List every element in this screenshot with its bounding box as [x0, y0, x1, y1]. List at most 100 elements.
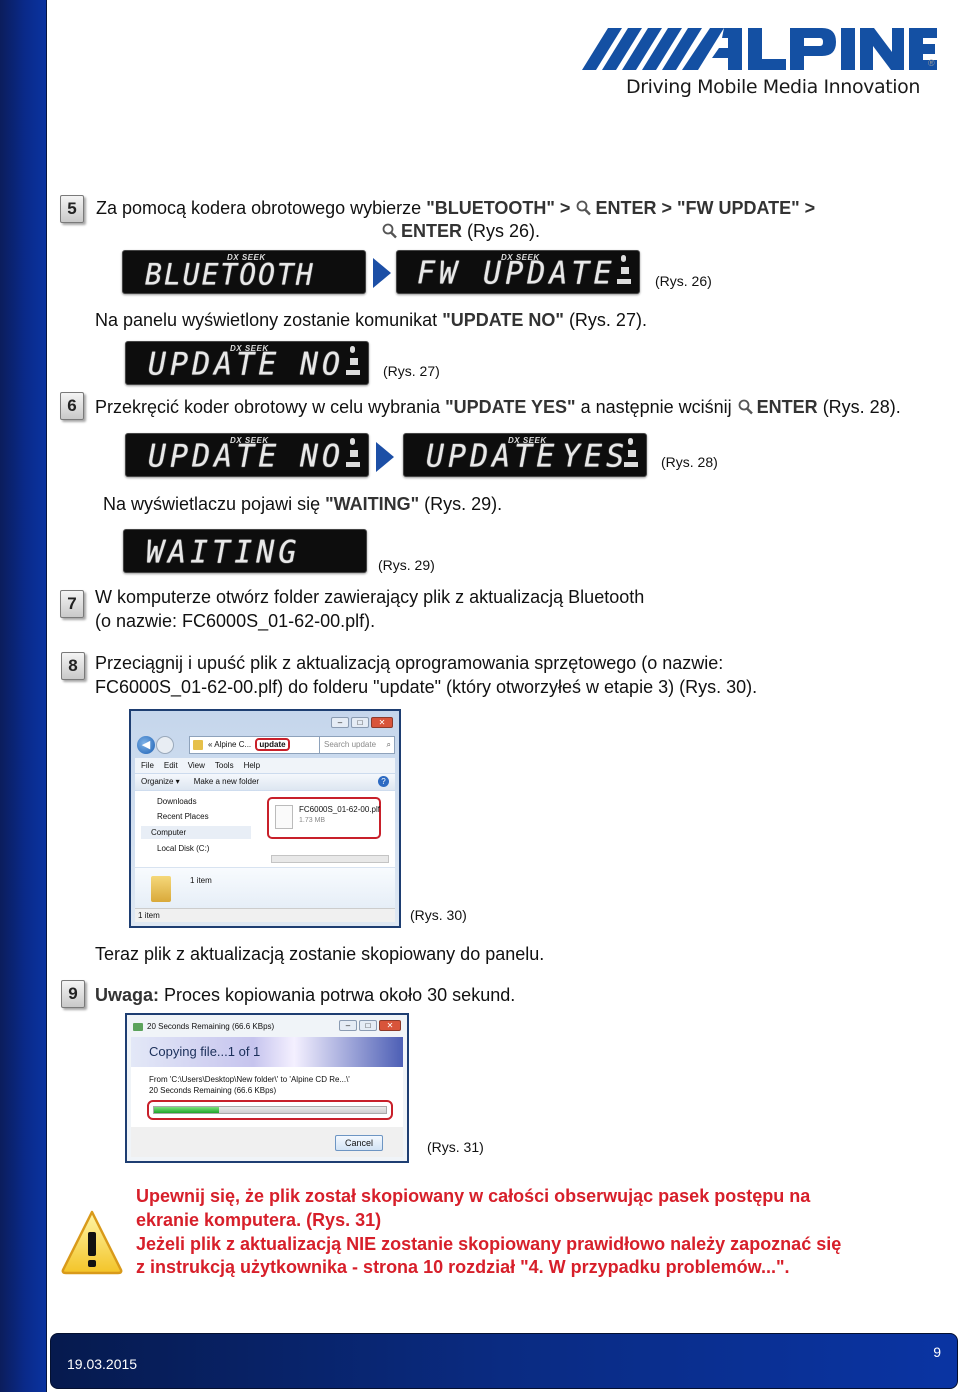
menu-edit[interactable]: Edit: [164, 758, 178, 773]
menu-file[interactable]: File: [141, 758, 154, 773]
step-5-text-line1: Za pomocą kodera obrotowego wybierze "BL…: [96, 197, 815, 220]
search-icon: ⌕: [386, 740, 391, 749]
left-decorative-bar: [0, 0, 47, 1392]
file-item[interactable]: FC6000S_01-62-00.plf 1.73 MB: [267, 797, 381, 839]
dialog-footer: Cancel: [131, 1127, 403, 1157]
window-controls: – □ ✕: [339, 1020, 401, 1031]
step-9-text: Uwaga: Proces kopiowania potrwa około 30…: [95, 984, 515, 1007]
step-6-text: Przekręcić koder obrotowy w celu wybrani…: [95, 396, 901, 419]
minimize-button[interactable]: –: [339, 1020, 357, 1031]
explorer-window-screenshot: – □ ✕ ◀ « Alpine C... update Search upda…: [129, 709, 401, 928]
lcd-status-icons: [346, 346, 360, 382]
figure-caption-30: (Rys. 30): [410, 907, 467, 923]
address-overflow: «: [208, 740, 213, 749]
figure-caption-29: (Rys. 29): [378, 557, 435, 573]
dialog-header: Copying file...1 of 1: [131, 1037, 403, 1067]
step-5-text: Za pomocą kodera obrotowego wybierze: [96, 198, 427, 218]
navigation-pane: Downloads Recent Places Computer Local D…: [135, 791, 267, 867]
warning-line-3: Jeżeli plik z aktualizacją NIE zostanie …: [136, 1234, 842, 1254]
step-5-bluetooth-label: "BLUETOOTH" >: [426, 198, 576, 218]
lcd-status-icons: [624, 438, 638, 474]
lcd-display-update-no: DX SEEK UPDATE NO: [125, 433, 369, 477]
lcd-text: WAITING: [146, 534, 301, 571]
forward-button[interactable]: [156, 736, 174, 754]
menu-bar: File Edit View Tools Help: [135, 758, 395, 773]
step-9-note-label: Uwaga:: [95, 985, 160, 1005]
step-badge-6: 6: [60, 392, 84, 420]
address-bar[interactable]: « Alpine C... update: [189, 736, 339, 754]
registered-mark: ®: [928, 58, 935, 68]
lcd-status-icons: [617, 255, 631, 291]
step-9-note-text: Proces kopiowania potrwa około 30 sekund…: [159, 985, 516, 1005]
nav-item-computer[interactable]: Computer: [141, 826, 251, 839]
maximize-button[interactable]: □: [351, 717, 369, 728]
close-button[interactable]: ✕: [379, 1020, 401, 1031]
note-bold: "UPDATE NO": [442, 310, 564, 330]
step-6-text-mid: a następnie wciśnij: [575, 397, 737, 417]
file-size: 1.73 MB: [299, 817, 326, 824]
maximize-button[interactable]: □: [359, 1020, 377, 1031]
step-6-enter-label: ENTER: [756, 397, 818, 417]
new-folder-button[interactable]: Make a new folder: [194, 774, 259, 790]
lcd-text: NO: [300, 346, 345, 383]
figure-caption-31: (Rys. 31): [427, 1139, 484, 1155]
figure-caption-27: (Rys. 27): [383, 363, 440, 379]
step-badge-5: 5: [60, 195, 84, 223]
footer-date: 19.03.2015: [67, 1356, 138, 1372]
organize-button[interactable]: Organize ▾: [141, 774, 180, 790]
menu-tools[interactable]: Tools: [215, 758, 234, 773]
step-6-text-pre: Przekręcić koder obrotowy w celu wybrani…: [95, 397, 446, 417]
close-button[interactable]: ✕: [371, 717, 393, 728]
lcd-display-bluetooth: DX SEEK BLUETOOTH: [122, 250, 366, 294]
nav-item-downloads[interactable]: Downloads: [157, 797, 197, 806]
address-parent[interactable]: Alpine C...: [214, 740, 251, 749]
page-footer: 19.03.2015 9: [50, 1333, 958, 1389]
lcd-text: UPDATE: [148, 346, 281, 383]
copy-heading: Copying file...1 of 1: [149, 1044, 261, 1059]
note-figure-ref: (Rys. 27).: [563, 310, 647, 330]
figure-caption-26: (Rys. 26): [655, 273, 712, 289]
minimize-button[interactable]: –: [331, 717, 349, 728]
step-6-note: Na wyświetlaczu pojawi się "WAITING" (Ry…: [103, 493, 502, 516]
file-icon: [275, 805, 293, 829]
step-7-text-line1: W komputerze otwórz folder zawierający p…: [95, 587, 645, 607]
step-5-text-line2: ENTER (Rys 26).: [381, 220, 540, 243]
file-name: FC6000S_01-62-00.plf: [299, 805, 380, 814]
menu-view[interactable]: View: [188, 758, 205, 773]
back-button[interactable]: ◀: [137, 736, 155, 754]
figure-caption-28: (Rys. 28): [661, 454, 718, 470]
lcd-display-fw-update: DX SEEK FW UPDATE: [396, 250, 640, 294]
step-5-enter-label: ENTER: [401, 221, 463, 241]
arrow-right-icon: [376, 442, 394, 472]
page-number: 9: [933, 1344, 941, 1360]
address-current-folder[interactable]: update: [255, 738, 290, 751]
menu-help[interactable]: Help: [244, 758, 260, 773]
search-input[interactable]: Search update ⌕: [319, 736, 395, 754]
lcd-display-waiting: WAITING: [123, 529, 367, 573]
lcd-text: UPDATE: [426, 438, 559, 475]
cancel-button[interactable]: Cancel: [335, 1135, 383, 1151]
lcd-display-update-no: DX SEEK UPDATE NO: [125, 341, 369, 385]
step-5-note: Na panelu wyświetlony zostanie komunikat…: [95, 309, 647, 332]
step-8-text-line2: FC6000S_01-62-00.plf) do folderu "update…: [95, 677, 758, 697]
horizontal-scrollbar[interactable]: [271, 855, 389, 863]
magnifier-icon: [577, 200, 592, 216]
lcd-text: UPDATE: [148, 438, 281, 475]
nav-item-recent-places[interactable]: Recent Places: [157, 812, 209, 821]
step-6-figure-ref: (Rys. 28).: [817, 397, 901, 417]
step-5-figure-ref: (Rys 26).: [462, 221, 541, 241]
lcd-status-icons: [346, 438, 360, 474]
nav-item-local-disk[interactable]: Local Disk (C:): [157, 844, 209, 853]
details-pane: 1 item: [135, 868, 395, 908]
magnifier-icon: [738, 399, 753, 415]
note-bold: "WAITING": [325, 494, 420, 514]
help-icon[interactable]: ?: [378, 776, 389, 787]
lcd-text: NO: [300, 438, 345, 475]
details-item-count: 1 item: [190, 876, 212, 885]
note-figure-ref: (Rys. 29).: [419, 494, 503, 514]
warning-line-2: ekranie komputera. (Rys. 31): [136, 1210, 382, 1230]
search-placeholder: Search update: [324, 740, 377, 749]
lcd-display-update-yes: DX SEEK UPDATE YES: [403, 433, 647, 477]
dialog-title: 20 Seconds Remaining (66.6 KBps): [147, 1022, 275, 1031]
progress-bar: [153, 1106, 387, 1114]
